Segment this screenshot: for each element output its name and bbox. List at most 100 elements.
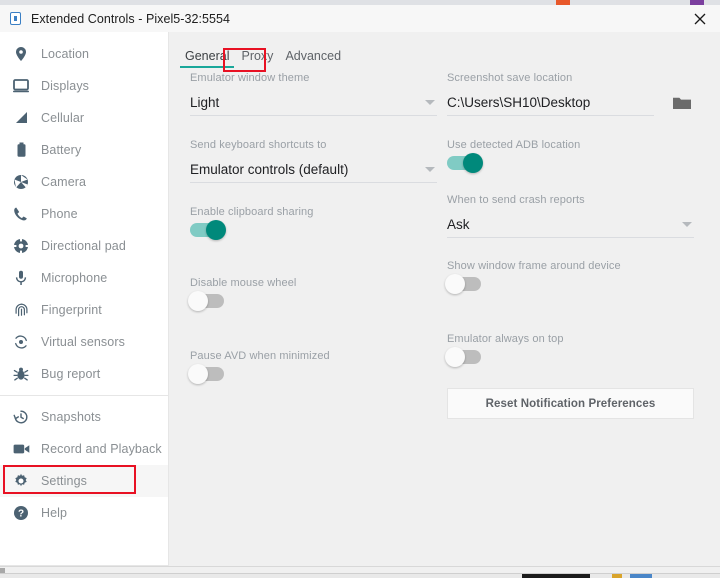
settings-column-left: Emulator window theme Light Send keyboar… (169, 72, 438, 419)
fingerprint-icon (10, 302, 32, 318)
sidebar-item-label: Record and Playback (41, 442, 162, 456)
sidebar-item-help[interactable]: ? Help (0, 497, 168, 529)
tab-general-label: General (185, 49, 230, 63)
field-label: Disable mouse wheel (190, 277, 297, 289)
sidebar-item-virtual-sensors[interactable]: Virtual sensors (0, 326, 168, 358)
toggle-knob (188, 291, 208, 311)
clipboard-sharing-toggle[interactable] (190, 220, 226, 240)
field-emulator-window-theme: Emulator window theme Light (190, 72, 438, 116)
sidebar-item-fingerprint[interactable]: Fingerprint (0, 294, 168, 326)
sidebar-item-bug-report[interactable]: Bug report (0, 358, 168, 390)
crash-reports-value: Ask (447, 216, 470, 232)
sidebar-item-label: Fingerprint (41, 303, 102, 317)
pause-avd-toggle[interactable] (188, 364, 224, 384)
toggle-knob (445, 347, 465, 367)
crash-reports-select[interactable]: Ask (447, 211, 694, 238)
field-label: Show window frame around device (447, 260, 621, 272)
sidebar-item-location[interactable]: Location (0, 38, 168, 70)
sidebar-item-label: Cellular (41, 111, 85, 125)
window-title: Extended Controls - Pixel5-32:5554 (31, 11, 231, 26)
taskbar-item-1 (522, 574, 590, 578)
field-label: Screenshot save location (447, 72, 573, 84)
disable-mouse-wheel-toggle[interactable] (188, 291, 224, 311)
sidebar-item-label: Camera (41, 175, 87, 189)
sidebar-item-label: Bug report (41, 367, 101, 381)
sidebar-item-record-and-playback[interactable]: Record and Playback (0, 433, 168, 465)
camera-aperture-icon (10, 174, 32, 190)
video-camera-icon (10, 443, 32, 455)
screenshot-save-location-value: C:\Users\SH10\Desktop (447, 94, 591, 110)
tab-advanced[interactable]: Advanced (279, 49, 347, 68)
always-on-top-toggle[interactable] (445, 347, 481, 367)
sidebar-item-snapshots[interactable]: Snapshots (0, 401, 168, 433)
sidebar-item-label: Settings (41, 474, 87, 488)
sidebar-item-label: Snapshots (41, 410, 101, 424)
keyboard-shortcuts-select[interactable]: Emulator controls (default) (190, 156, 437, 183)
phone-handset-icon (10, 206, 32, 222)
title-bar: Extended Controls - Pixel5-32:5554 (0, 5, 720, 33)
sidebar-item-label: Help (41, 506, 68, 520)
taskbar-item-3 (630, 574, 652, 578)
gear-icon (10, 473, 32, 489)
settings-columns: Emulator window theme Light Send keyboar… (169, 72, 720, 419)
sidebar-item-directional-pad[interactable]: Directional pad (0, 230, 168, 262)
sidebar: Location Displays Cellular Battery Camer… (0, 32, 169, 566)
sidebar-item-camera[interactable]: Camera (0, 166, 168, 198)
toggle-knob (188, 364, 208, 384)
signal-bars-icon (10, 111, 32, 125)
field-label: Enable clipboard sharing (190, 206, 314, 218)
tab-general[interactable]: General (179, 49, 235, 68)
field-label: Use detected ADB location (447, 139, 581, 151)
field-label: Send keyboard shortcuts to (190, 139, 327, 151)
sidebar-item-battery[interactable]: Battery (0, 134, 168, 166)
field-label: Pause AVD when minimized (190, 350, 330, 362)
field-label: When to send crash reports (447, 194, 585, 206)
history-clock-icon (10, 409, 32, 425)
sidebar-item-label: Displays (41, 79, 90, 93)
chevron-down-icon (425, 167, 435, 172)
toggle-knob (463, 153, 483, 173)
settings-panel: General Proxy Advanced Emulator window t… (169, 32, 720, 566)
field-label: Emulator window theme (190, 72, 310, 84)
dpad-icon (10, 238, 32, 254)
folder-icon[interactable] (670, 91, 694, 115)
close-icon[interactable] (684, 5, 716, 32)
field-label: Emulator always on top (447, 333, 564, 345)
monitor-icon (10, 79, 32, 93)
virtual-sensors-icon (10, 334, 32, 350)
keyboard-shortcuts-value: Emulator controls (default) (190, 161, 349, 177)
extended-controls-window: Extended Controls - Pixel5-32:5554 Locat… (0, 0, 720, 578)
emulator-app-icon (10, 12, 21, 25)
emulator-theme-select[interactable]: Light (190, 89, 437, 116)
tab-proxy[interactable]: Proxy (235, 49, 280, 68)
field-pause-avd: Pause AVD when minimized (188, 350, 438, 384)
use-detected-adb-location-toggle[interactable] (447, 153, 483, 173)
question-mark-circle-icon: ? (10, 505, 32, 521)
bug-icon (10, 366, 32, 382)
battery-icon (10, 142, 32, 158)
svg-text:?: ? (18, 509, 24, 520)
chevron-down-icon (425, 100, 435, 105)
reset-button-label: Reset Notification Preferences (485, 397, 656, 410)
chevron-down-icon (682, 222, 692, 227)
microphone-icon (10, 270, 32, 286)
sidebar-item-displays[interactable]: Displays (0, 70, 168, 102)
toggle-knob (206, 220, 226, 240)
field-always-on-top: Emulator always on top (445, 333, 720, 367)
sidebar-item-microphone[interactable]: Microphone (0, 262, 168, 294)
sidebar-item-label: Directional pad (41, 239, 126, 253)
emulator-theme-value: Light (190, 94, 220, 110)
screenshot-save-location-input[interactable]: C:\Users\SH10\Desktop (447, 89, 654, 116)
sidebar-item-settings[interactable]: Settings (0, 465, 168, 497)
field-disable-mouse-wheel: Disable mouse wheel (188, 277, 438, 311)
sidebar-item-cellular[interactable]: Cellular (0, 102, 168, 134)
sidebar-item-label: Phone (41, 207, 78, 221)
sidebar-item-phone[interactable]: Phone (0, 198, 168, 230)
field-crash-reports: When to send crash reports Ask (447, 194, 720, 238)
tab-bar: General Proxy Advanced (179, 42, 347, 72)
field-screenshot-save-location: Screenshot save location C:\Users\SH10\D… (447, 72, 720, 116)
sidebar-item-label: Battery (41, 143, 82, 157)
show-window-frame-toggle[interactable] (445, 274, 481, 294)
taskbar-item-2 (612, 574, 622, 578)
reset-notification-preferences-button[interactable]: Reset Notification Preferences (447, 388, 694, 419)
